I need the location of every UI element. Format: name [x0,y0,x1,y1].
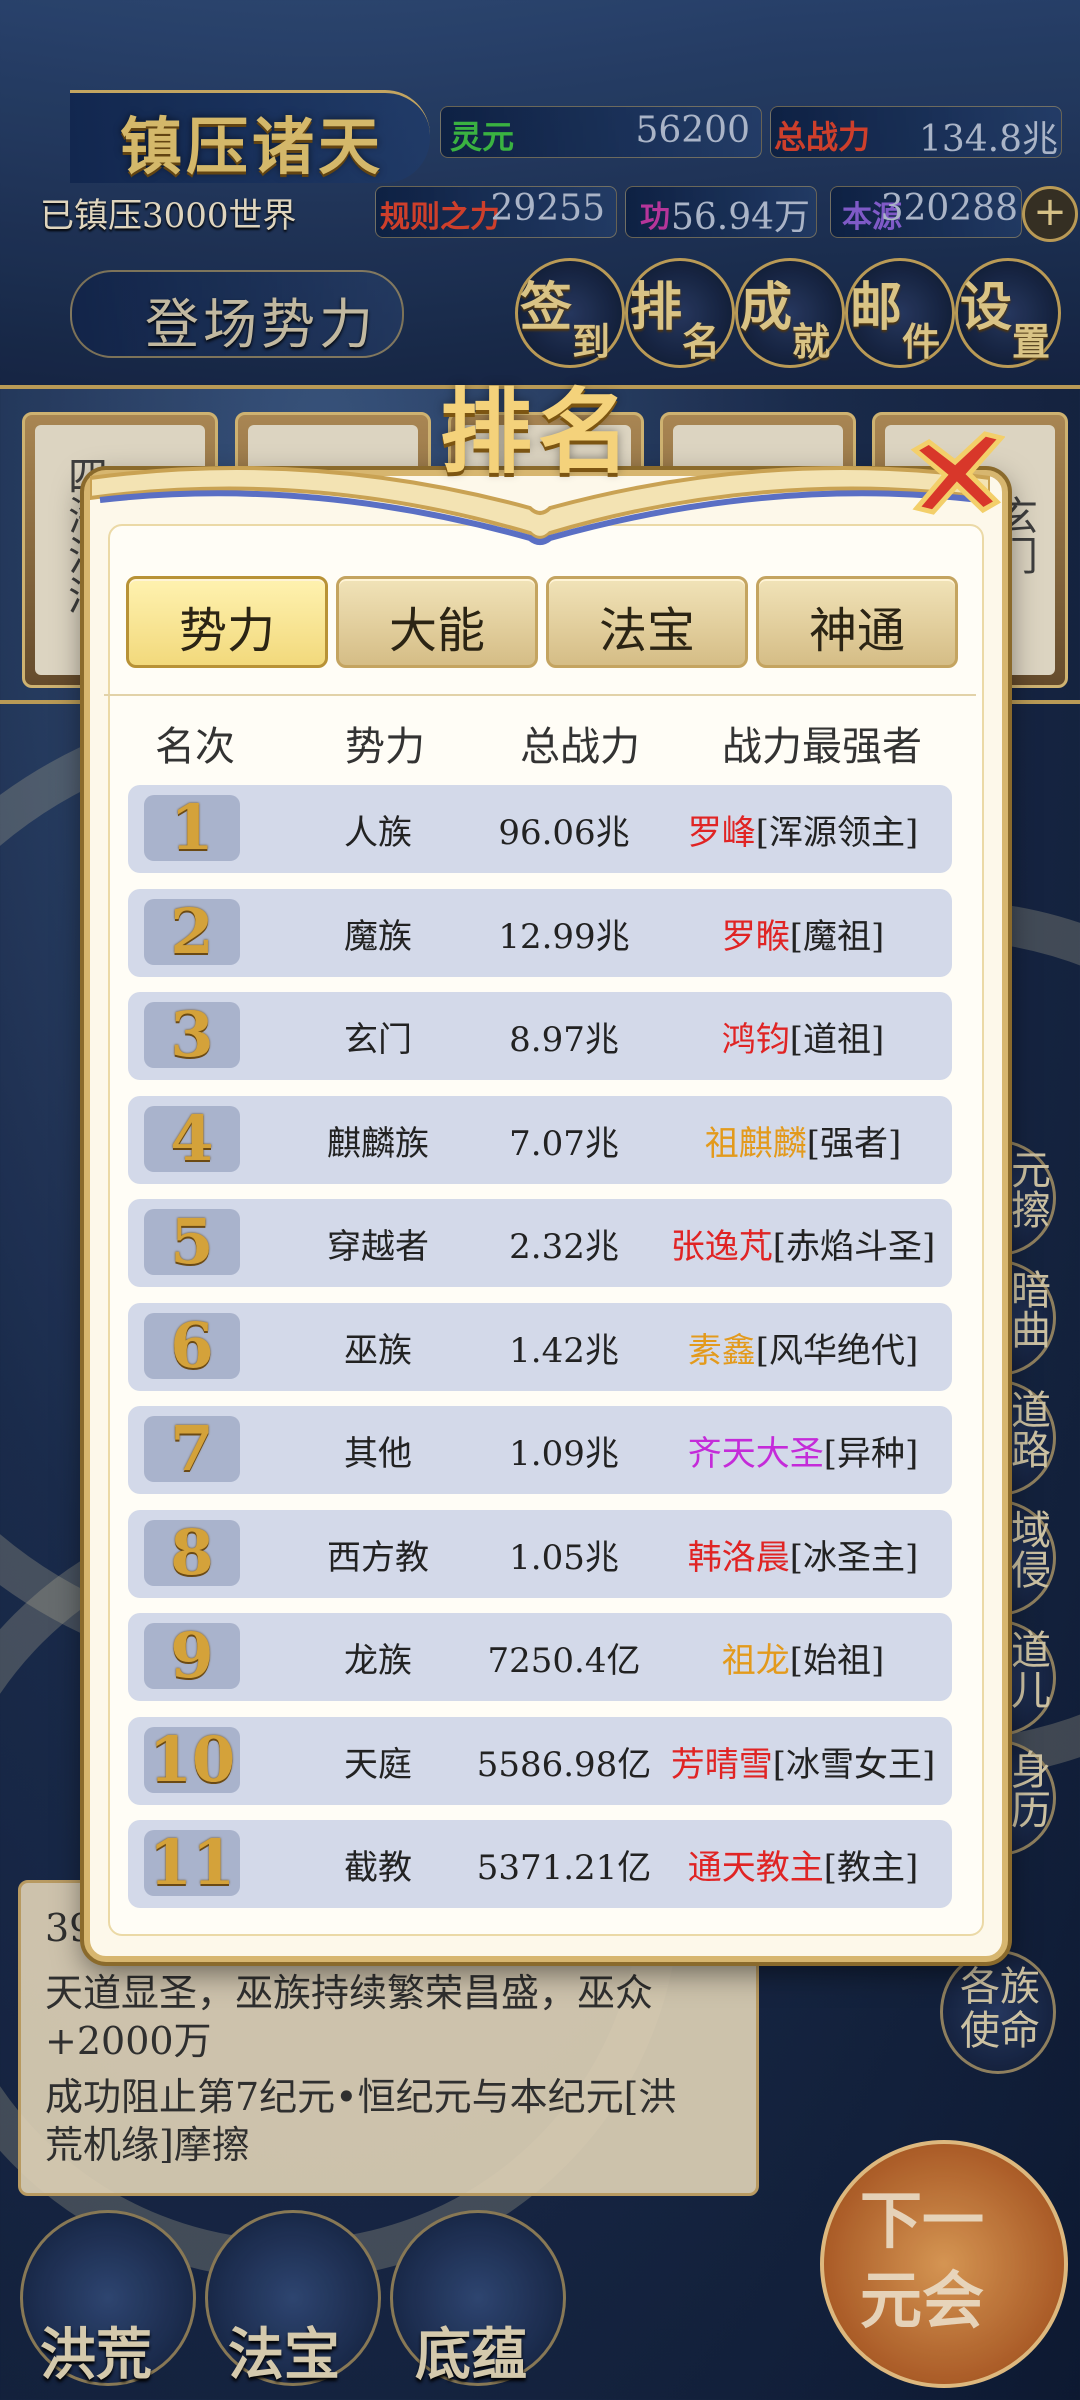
strongest-member: 素鑫[风华绝代] [648,1323,958,1372]
header-total-power: 总战力 [520,724,640,770]
leader-name: 芳晴雪 [670,1745,773,1785]
rank-badge: 5 [144,1209,240,1275]
leader-name: 罗睺 [721,917,790,957]
table-row[interactable]: 7 其他 1.09兆 齐天大圣[异种] [128,1406,952,1494]
table-row[interactable]: 6 巫族 1.42兆 素鑫[风华绝代] [128,1303,952,1391]
header-rank: 名次 [155,724,235,770]
rank-badge: 7 [144,1416,240,1482]
table-row[interactable]: 11 截教 5371.21亿 通天教主[教主] [128,1820,952,1908]
rank-badge: 2 [144,899,240,965]
leader-name: 齐天大圣 [687,1434,824,1474]
rank-badge: 8 [144,1520,240,1586]
rank-badge: 1 [144,795,240,861]
rank-badge: 6 [144,1313,240,1379]
header-strongest: 战力最强者 [722,724,922,770]
leader-title: [赤焰斗圣] [772,1227,936,1267]
rank-number: 9 [170,1619,214,1692]
header-divider [104,694,976,696]
strongest-member: 韩洛晨[冰圣主] [648,1530,958,1579]
rank-number: 4 [170,1102,214,1175]
leader-name: 祖麒麟 [704,1124,807,1164]
strongest-member: 祖麒麟[强者] [648,1116,958,1165]
leader-title: [强者] [806,1124,902,1164]
rank-badge: 10 [144,1727,240,1793]
rank-number: 6 [170,1309,214,1382]
modal-title: 排名 [440,378,637,486]
leader-name: 素鑫 [687,1331,756,1371]
tab-faction[interactable]: 势力 [126,576,328,668]
rank-number: 11 [148,1826,236,1899]
rank-number: 10 [148,1723,236,1796]
rank-badge: 9 [144,1623,240,1689]
rank-number: 2 [170,895,214,968]
leader-title: [冰圣主] [789,1538,919,1578]
leader-title: [异种] [823,1434,919,1474]
strongest-member: 鸿钧[道祖] [648,1012,958,1061]
rank-badge: 11 [144,1830,240,1896]
tab-powerhouse[interactable]: 大能 [336,576,538,668]
strongest-member: 齐天大圣[异种] [648,1426,958,1475]
rank-number: 7 [170,1412,214,1485]
strongest-member: 罗睺[魔祖] [648,909,958,958]
table-row[interactable]: 8 西方教 1.05兆 韩洛晨[冰圣主] [128,1510,952,1598]
leader-name: 通天教主 [687,1848,824,1888]
header-faction: 势力 [345,724,425,770]
leader-title: [始祖] [789,1641,885,1681]
leader-name: 祖龙 [721,1641,790,1681]
strongest-member: 芳晴雪[冰雪女王] [648,1737,958,1786]
leader-title: [风华绝代] [755,1331,919,1371]
rank-number: 1 [170,791,214,864]
tab-ability[interactable]: 神通 [756,576,958,668]
strongest-member: 祖龙[始祖] [648,1633,958,1682]
table-row[interactable]: 9 龙族 7250.4亿 祖龙[始祖] [128,1613,952,1701]
leader-title: [教主] [823,1848,919,1888]
tab-ability-label: 神通 [808,603,905,659]
rank-badge: 4 [144,1106,240,1172]
rank-number: 5 [170,1205,214,1278]
strongest-member: 罗峰[浑源领主] [648,805,958,854]
strongest-member: 张逸芃[赤焰斗圣] [648,1219,958,1268]
rank-number: 8 [170,1516,214,1589]
close-icon[interactable] [905,430,1005,520]
rank-badge: 3 [144,1002,240,1068]
leader-title: [道祖] [789,1020,885,1060]
leader-name: 张逸芃 [670,1227,773,1267]
rank-number: 3 [170,998,214,1071]
table-row[interactable]: 5 穿越者 2.32兆 张逸芃[赤焰斗圣] [128,1199,952,1287]
table-row[interactable]: 10 天庭 5586.98亿 芳晴雪[冰雪女王] [128,1717,952,1805]
tab-treasure-label: 法宝 [598,603,695,659]
table-row[interactable]: 1 人族 96.06兆 罗峰[浑源领主] [128,785,952,873]
tab-treasure[interactable]: 法宝 [546,576,748,668]
table-row[interactable]: 3 玄门 8.97兆 鸿钧[道祖] [128,992,952,1080]
leader-title: [冰雪女王] [772,1745,936,1785]
strongest-member: 通天教主[教主] [648,1840,958,1889]
leader-name: 罗峰 [687,813,756,853]
leader-title: [浑源领主] [755,813,919,853]
tab-powerhouse-label: 大能 [388,603,485,659]
leader-name: 鸿钧 [721,1020,790,1060]
table-row[interactable]: 4 麒麟族 7.07兆 祖麒麟[强者] [128,1096,952,1184]
table-row[interactable]: 2 魔族 12.99兆 罗睺[魔祖] [128,889,952,977]
leader-name: 韩洛晨 [687,1538,790,1578]
leader-title: [魔祖] [789,917,885,957]
tab-faction-label: 势力 [178,603,275,659]
